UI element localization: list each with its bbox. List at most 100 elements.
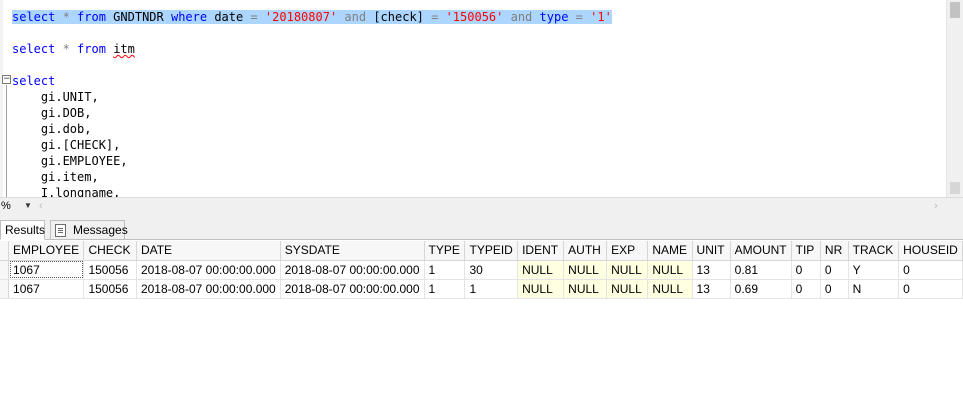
corner-cell[interactable] [0,241,10,261]
column-header-employee[interactable]: EMPLOYEE [8,241,85,261]
tab-messages[interactable]: Messages [50,220,128,240]
equals-operator: = [250,10,258,24]
editor-gutter [0,0,3,197]
results-table: EMPLOYEE CHECK DATE SYSDATE TYPE TYPEID IDENT A… [0,241,963,299]
cell-name[interactable]: NULL [647,260,693,280]
equals-operator: = [575,10,583,24]
code-line-8[interactable]: gi.EMPLOYEE, [12,153,128,169]
cell-tip[interactable]: 0 [791,260,821,280]
code-line-6[interactable]: gi.dob, [12,121,92,137]
code-line-2[interactable]: select * from * itm [12,41,135,57]
editor-vertical-scrollbar[interactable] [946,0,963,197]
code-line-5[interactable]: gi.DOB, [12,105,92,121]
string-literal-check: '150056' [438,10,511,24]
column-header-tip[interactable]: TIP [791,241,821,261]
scrollbar-down-area[interactable] [950,182,960,194]
cell-auth[interactable]: NULL [563,260,608,280]
column-header-sysdate[interactable]: SYSDATE [280,241,425,261]
cell-track[interactable]: Y [848,260,900,280]
keyword-where: where [170,10,208,24]
table-name-itm: itm [113,42,135,56]
keyword-from: from [77,42,106,56]
cell-sysdate[interactable]: 2018-08-07 00:00:00.000 [280,279,425,299]
and-operator: and [344,10,367,24]
messages-icon [55,224,66,237]
collapse-icon[interactable]: − [2,75,11,84]
column-header-track[interactable]: TRACK [848,241,900,261]
column-header-type[interactable]: TYPE [424,241,466,261]
cell-ident[interactable]: NULL [517,260,565,280]
column-header-check[interactable]: CHECK [83,241,137,261]
grid-header-row: EMPLOYEE CHECK DATE SYSDATE TYPE TYPEID IDENT A… [0,241,963,261]
column-date: date [207,10,251,24]
cell-houseid[interactable]: 0 [898,279,963,299]
cell-employee[interactable]: 1067 [8,260,85,280]
row-selector[interactable] [0,279,10,299]
cell-type[interactable]: 1 [424,279,466,299]
cell-unit[interactable]: 13 [692,279,731,299]
selected-query[interactable]: select * from GNDTNDR where date = '2018… [12,10,612,24]
cell-ident[interactable]: NULL [517,279,565,299]
cell-check[interactable]: 150056 [83,260,137,280]
cell-track[interactable]: N [848,279,900,299]
cell-sysdate[interactable]: 2018-08-07 00:00:00.000 [280,260,425,280]
cell-name[interactable]: NULL [647,279,693,299]
scroll-left-icon[interactable]: ‹ [39,198,43,214]
column-header-typeid[interactable]: TYPEID [464,241,519,261]
cell-unit[interactable]: 13 [692,260,731,280]
column-header-name[interactable]: NAME [647,241,693,261]
cell-houseid[interactable]: 0 [898,260,963,280]
code-line-3[interactable]: select [12,73,55,89]
results-grid[interactable]: EMPLOYEE CHECK DATE SYSDATE TYPE TYPEID IDENT A… [0,241,963,407]
cell-exp[interactable]: NULL [606,260,649,280]
table-row[interactable]: 1067 150056 2018-08-07 00:00:00.000 2018-08… [0,260,963,280]
column-header-ident[interactable]: IDENT [517,241,565,261]
table-row[interactable]: 1067 150056 2018-08-07 00:00:00.000 2018-08… [0,279,963,299]
cell-type[interactable]: 1 [424,260,466,280]
column-header-amount[interactable]: AMOUNT [730,241,792,261]
cell-date[interactable]: 2018-08-07 00:00:00.000 [136,260,281,280]
code-line-4[interactable]: gi.UNIT, [12,89,99,105]
keyword-select: select [12,10,56,24]
code-line-9[interactable]: gi.item, [12,169,99,185]
string-literal-type: '1' [582,10,612,24]
column-header-unit[interactable]: UNIT [692,241,731,261]
column-type: type [532,10,576,24]
column-header-date[interactable]: DATE [136,241,281,261]
cell-check[interactable]: 150056 [83,279,137,299]
keyword-select: select [12,42,56,56]
tab-messages-label: Messages [73,223,128,237]
zoom-and-scroll-bar: % ▼ ‹ › [0,197,963,214]
row-selector[interactable] [0,260,10,280]
tab-results[interactable]: Results [0,220,45,240]
cell-typeid[interactable]: 1 [464,279,519,299]
scrollbar-thumb[interactable] [950,2,960,18]
cell-employee[interactable]: 1067 [8,279,85,299]
cell-nr[interactable]: 0 [820,260,849,280]
column-header-auth[interactable]: AUTH [563,241,608,261]
and-operator: and [510,10,533,24]
tab-results-label: Results [5,223,46,237]
code-line-1[interactable]: select * from GNDTNDR where date = '2018… [12,9,612,25]
cell-typeid[interactable]: 30 [464,260,519,280]
cell-amount[interactable]: 0.81 [730,260,792,280]
star-operator: * [55,42,78,56]
scroll-right-icon[interactable]: › [934,198,938,214]
table-name: GNDTNDR [105,10,171,24]
cell-exp[interactable]: NULL [606,279,649,299]
column-header-nr[interactable]: NR [820,241,849,261]
code-line-10[interactable]: I.longname, [12,185,120,197]
cell-auth[interactable]: NULL [563,279,608,299]
column-header-houseid[interactable]: HOUSEID [898,241,963,261]
cell-amount[interactable]: 0.69 [730,279,792,299]
results-tab-bar: Results Messages [0,214,963,240]
query-editor[interactable]: select * from GNDTNDR where date = '2018… [0,0,963,197]
cell-date[interactable]: 2018-08-07 00:00:00.000 [136,279,281,299]
keyword-from: from [77,10,106,24]
cell-tip[interactable]: 0 [791,279,821,299]
column-header-exp[interactable]: EXP [606,241,649,261]
cell-nr[interactable]: 0 [820,279,849,299]
zoom-dropdown-arrow-icon[interactable]: ▼ [24,199,32,213]
code-line-7[interactable]: gi.[CHECK], [12,137,120,153]
keyword-select: select [12,74,56,88]
